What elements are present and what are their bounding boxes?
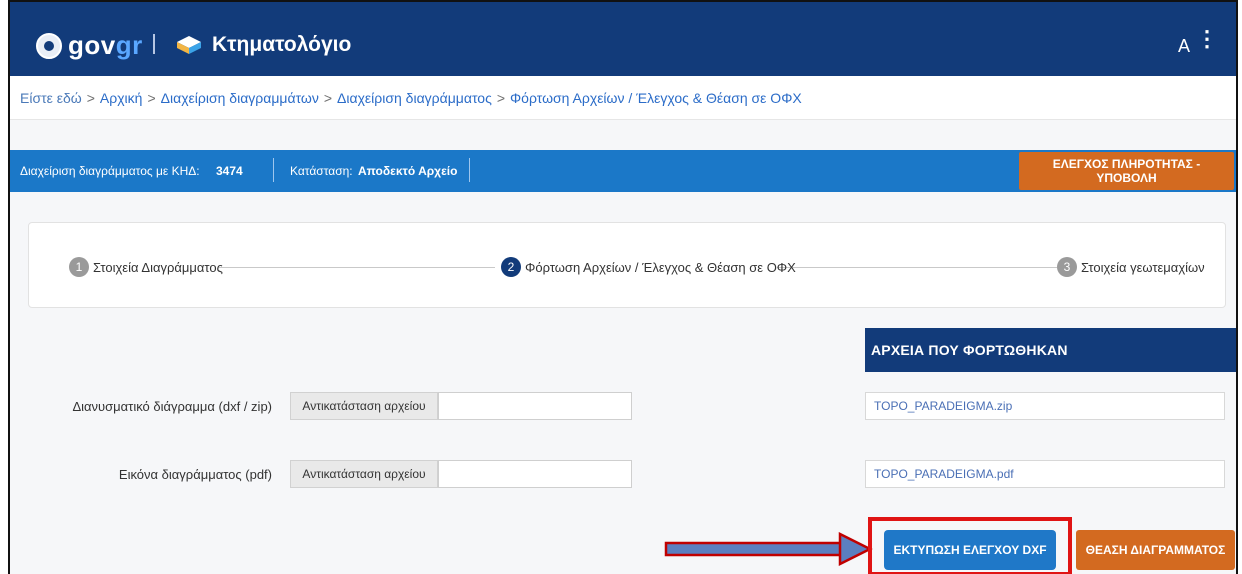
app-header: govgr Κτηματολόγιο A ⋮ <box>10 2 1236 76</box>
stepper: 1 Στοιχεία Διαγράμματος 2 Φόρτωση Αρχείω… <box>28 222 1226 308</box>
greek-emblem-icon <box>36 33 62 59</box>
header-divider <box>153 34 155 54</box>
replace-dxf-button[interactable]: Αντικατάσταση αρχείου <box>290 392 438 420</box>
dxf-field-label: Διανυσματικό διάγραμμα (dxf / zip) <box>72 399 272 414</box>
replace-pdf-button[interactable]: Αντικατάσταση αρχείου <box>290 460 438 488</box>
dxf-file-input[interactable] <box>438 392 632 420</box>
cadastre-logo-icon <box>177 36 201 54</box>
step-number: 3 <box>1057 257 1077 277</box>
view-diagram-button[interactable]: ΘΕΑΣΗ ΔΙΑΓΡΑΜΜΑΤΟΣ <box>1076 530 1235 570</box>
print-dxf-check-button[interactable]: ΕΚΤΥΠΩΣΗ ΕΛΕΓΧΟΥ DXF <box>884 530 1056 570</box>
breadcrumb-diagrams[interactable]: Διαχείριση διαγραμμάτων <box>161 90 319 106</box>
status-label: Κατάσταση: <box>290 164 353 178</box>
breadcrumb-prefix: Είστε εδώ <box>20 89 82 106</box>
user-avatar[interactable]: A <box>1178 36 1190 57</box>
breadcrumb-separator: > <box>86 89 95 106</box>
pdf-file-input[interactable] <box>438 460 632 488</box>
khd-value: 3474 <box>216 164 243 178</box>
step-1[interactable]: 1 Στοιχεία Διαγράμματος <box>69 257 223 277</box>
pdf-field-label: Εικόνα διαγράμματος (pdf) <box>118 467 272 482</box>
kebab-menu-icon[interactable]: ⋮ <box>1196 27 1218 49</box>
status-divider <box>273 158 274 182</box>
app-title[interactable]: Κτηματολόγιο <box>212 33 351 57</box>
step-label: Φόρτωση Αρχείων / Έλεγχος & Θέαση σε ΟΦΧ <box>525 259 796 275</box>
spacer <box>10 120 1236 150</box>
page-frame: govgr Κτηματολόγιο A ⋮ Είστε εδώ > Αρχικ… <box>8 0 1238 574</box>
status-divider <box>469 158 470 182</box>
status-value: Αποδεκτό Αρχείο <box>358 164 458 178</box>
step-3[interactable]: 3 Στοιχεία γεωτεμαχίων <box>1057 257 1205 277</box>
breadcrumb-home[interactable]: Αρχική <box>100 90 143 106</box>
step-label: Στοιχεία γεωτεμαχίων <box>1081 259 1205 275</box>
breadcrumb-diagram[interactable]: Διαχείριση διαγράμματος <box>337 90 492 106</box>
annotation-arrow-icon <box>664 532 873 566</box>
completeness-check-submit-button[interactable]: ΕΛΕΓΧΟΣ ΠΛΗΡΟΤΗΤΑΣ - ΥΠΟΒΟΛΗ <box>1019 152 1234 190</box>
diagram-status-bar: Διαχείριση διαγράμματος με ΚΗΔ: 3474 Κατ… <box>10 150 1236 192</box>
step-label: Στοιχεία Διαγράμματος <box>93 259 223 275</box>
stepper-connector <box>219 267 495 268</box>
uploaded-pdf-file[interactable]: TOPO_PARADEIGMA.pdf <box>865 460 1225 488</box>
breadcrumb: Είστε εδώ > Αρχική > Διαχείριση διαγραμμ… <box>10 76 1236 120</box>
uploaded-dxf-file[interactable]: TOPO_PARADEIGMA.zip <box>865 392 1225 420</box>
uploaded-files-heading: ΑΡΧΕΙΑ ΠΟΥ ΦΟΡΤΩΘΗΚΑΝ <box>865 328 1236 372</box>
govgr-logo[interactable]: govgr <box>68 30 143 61</box>
breadcrumb-separator: > <box>323 89 333 106</box>
khd-label: Διαχείριση διαγράμματος με ΚΗΔ: <box>20 164 200 178</box>
step-2[interactable]: 2 Φόρτωση Αρχείων / Έλεγχος & Θέαση σε Ο… <box>501 257 796 277</box>
breadcrumb-separator: > <box>147 89 156 106</box>
breadcrumb-separator: > <box>496 89 506 106</box>
breadcrumb-current: Φόρτωση Αρχείων / Έλεγχος & Θέαση σε ΟΦΧ <box>510 89 802 106</box>
step-number: 1 <box>69 257 89 277</box>
stepper-connector <box>777 267 1057 268</box>
step-number: 2 <box>501 257 521 277</box>
